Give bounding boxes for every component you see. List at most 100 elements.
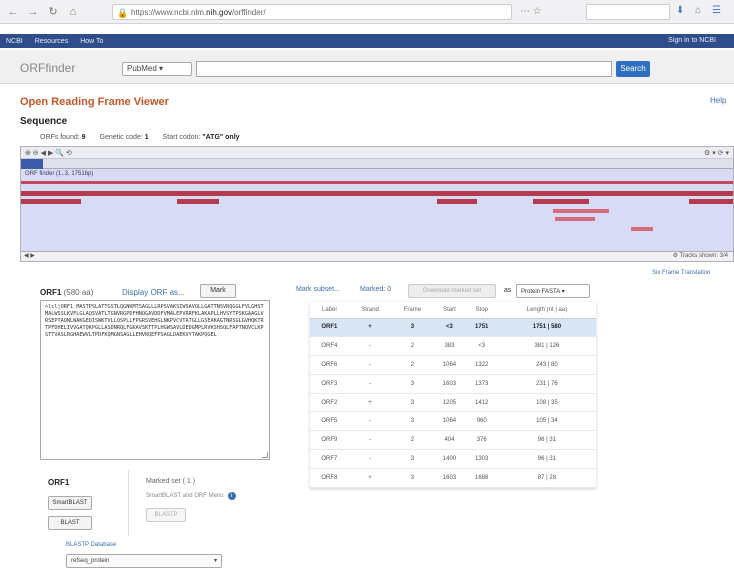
table-cell: 108 | 35 xyxy=(497,393,596,413)
blastp-database-select[interactable]: refseq_protein ▾ xyxy=(66,554,222,568)
table-row[interactable]: ORF6-2 1064 1322 243 | 80 xyxy=(310,355,596,375)
orf-bar-orf1[interactable] xyxy=(21,191,733,196)
download-marked-button[interactable]: Download marked set xyxy=(408,284,496,298)
viewer-tools-menu[interactable]: ⚙ ▾ ⟳ ▾ xyxy=(704,149,729,157)
table-cell: - xyxy=(348,355,392,375)
orf-bar-orf2[interactable] xyxy=(553,209,609,213)
resources-menu[interactable]: Resources xyxy=(35,38,68,45)
home-icon[interactable]: ⌂ xyxy=(66,5,80,19)
orf-bar-orf6[interactable] xyxy=(437,199,477,204)
table-cell: 231 | 76 xyxy=(497,374,596,394)
orf-bar-orf8[interactable] xyxy=(631,227,653,231)
column-frame[interactable]: Frame xyxy=(391,302,434,319)
orf-parameters: ORFs found: 9 Genetic code: 1 Start codo… xyxy=(40,134,240,141)
table-cell: 1303 xyxy=(465,449,498,469)
app-title: ORFfinder xyxy=(20,61,76,75)
download-format-select[interactable]: Protein FASTA ▾ xyxy=(516,284,590,298)
signin-link[interactable]: Sign in to NCBI xyxy=(668,37,716,44)
orf-bar-orf3[interactable] xyxy=(689,199,733,204)
column-stop[interactable]: Stop xyxy=(465,302,498,319)
smartblast-button[interactable]: SmartBLAST xyxy=(48,496,92,510)
display-orf-link[interactable]: Display ORF as... xyxy=(122,288,185,297)
database-select[interactable]: PubMed ▾ xyxy=(122,62,192,76)
table-cell: 1751 xyxy=(465,318,498,338)
table-cell: + xyxy=(348,318,392,338)
address-bar[interactable]: 🔒 https://www.ncbi.nlm.nih.gov/orffinder… xyxy=(112,4,512,20)
table-cell: <3 xyxy=(465,336,498,357)
orf-bar-orf5[interactable] xyxy=(555,217,595,221)
column-label[interactable]: Label xyxy=(310,302,349,319)
table-cell: - xyxy=(348,411,392,432)
table-cell: - xyxy=(348,430,392,451)
search-button[interactable]: Search xyxy=(616,61,650,77)
info-icon[interactable]: i xyxy=(227,492,236,500)
table-cell: ORF4 xyxy=(310,336,349,357)
sequence-bar[interactable] xyxy=(21,181,733,184)
table-cell: 2 xyxy=(391,336,434,357)
forward-icon[interactable]: → xyxy=(26,5,40,19)
table-cell: 1751 | 580 xyxy=(497,318,596,338)
table-cell: ORF3 xyxy=(310,374,349,394)
table-cell: 3 xyxy=(391,411,434,432)
back-icon[interactable]: ← xyxy=(6,5,20,19)
table-cell: 1400 xyxy=(433,449,466,469)
page-actions-icon[interactable]: ⋯ ☆ xyxy=(520,6,542,17)
column-strand[interactable]: Strand xyxy=(348,302,392,319)
resize-grip-icon[interactable] xyxy=(262,452,268,458)
orf-bar-orf7[interactable] xyxy=(533,199,589,204)
mark-subset-link[interactable]: Mark subset... xyxy=(296,286,340,293)
tracks-shown[interactable]: ⚙ Tracks shown: 3/4 xyxy=(673,252,728,259)
help-link[interactable]: Help xyxy=(710,96,726,105)
table-row[interactable]: ORF7-3 1400 1303 96 | 31 xyxy=(310,449,596,469)
orfs-found: ORFs found: 9 xyxy=(40,134,86,141)
blastp-button[interactable]: BLASTP xyxy=(146,508,186,522)
page-title: Open Reading Frame Viewer xyxy=(20,96,169,108)
table-cell: 2 xyxy=(391,355,434,375)
search-input[interactable] xyxy=(196,61,612,77)
ncbi-logo[interactable]: NCBI xyxy=(6,38,23,45)
table-row[interactable]: ORF1 +3 <3 1751 1751 | 580 xyxy=(310,318,596,338)
orf-track-area[interactable]: ORF finder (1..3, 1751bp) xyxy=(21,169,733,251)
table-cell: 381 | 126 xyxy=(497,336,596,357)
ruler-top xyxy=(21,159,733,169)
table-cell: 3 xyxy=(391,393,434,413)
table-cell: ORF2 xyxy=(310,393,349,413)
url-domain: nih.gov xyxy=(206,8,232,17)
url-prefix: https://www.ncbi.nlm. xyxy=(131,8,207,17)
howto-menu[interactable]: How To xyxy=(80,38,103,45)
table-row[interactable]: ORF5-3 1064 960 105 | 34 xyxy=(310,411,596,432)
orf-sequence-textarea[interactable]: >lcl|ORF1 MASTPSLATTGSTLQGNKMTSAGLLLRPSV… xyxy=(40,300,270,460)
table-cell: ORF6 xyxy=(310,355,349,375)
graphical-sequence-viewer[interactable]: ⊕ ⊖ ◀ ▶ 🔍 ⟲ ⚙ ▾ ⟳ ▾ ORF finder (1..3, 17… xyxy=(20,146,734,262)
table-cell: 1064 xyxy=(433,355,466,375)
mark-button[interactable]: Mark xyxy=(200,284,236,298)
marked-set-title: Marked set ( 1 ) xyxy=(146,478,196,485)
table-row[interactable]: ORF9-2 404 376 96 | 31 xyxy=(310,430,596,451)
table-cell: 383 xyxy=(433,336,466,357)
table-cell: 1373 xyxy=(465,374,498,394)
table-cell: ORF8 xyxy=(310,468,349,488)
orf-subtitle: ORF1 xyxy=(48,478,70,487)
viewer-tool-icons[interactable]: ⊕ ⊖ ◀ ▶ 🔍 ⟲ xyxy=(25,150,72,157)
table-row[interactable]: ORF3-3 1603 1373 231 | 76 xyxy=(310,374,596,394)
orf-bar-orf9[interactable] xyxy=(177,199,219,204)
table-cell: 2 xyxy=(391,430,434,451)
sequence-track-label: ORF finder (1..3, 1751bp) xyxy=(25,171,94,177)
orf-bar-orf4[interactable] xyxy=(21,199,81,204)
table-cell: 1205 xyxy=(433,393,466,413)
viewer-nav-icons[interactable]: ◀ ▶ xyxy=(24,253,35,259)
table-cell: 404 xyxy=(433,430,466,451)
column-length[interactable]: Length (nt | aa) xyxy=(497,302,596,319)
six-frame-link[interactable]: Six Frame Translation xyxy=(652,270,710,276)
lock-icon: 🔒 xyxy=(117,8,129,18)
toolbar-icons[interactable]: ⬇ ⌂ ☰ xyxy=(676,5,725,16)
table-row[interactable]: ORF8 +3 1603 1688 87 | 28 xyxy=(310,468,596,488)
table-row[interactable]: ORF4-2 383 <3 381 | 126 xyxy=(310,336,596,357)
viewer-toolbar[interactable]: ⊕ ⊖ ◀ ▶ 🔍 ⟲ ⚙ ▾ ⟳ ▾ xyxy=(21,147,733,159)
blast-button[interactable]: BLAST xyxy=(48,516,92,530)
reload-icon[interactable]: ↻ xyxy=(46,5,60,19)
browser-search-box[interactable] xyxy=(586,4,670,20)
table-row[interactable]: ORF2 +3 1205 1412 108 | 35 xyxy=(310,393,596,413)
table-cell: 87 | 28 xyxy=(497,468,596,488)
column-start[interactable]: Start xyxy=(433,302,466,319)
